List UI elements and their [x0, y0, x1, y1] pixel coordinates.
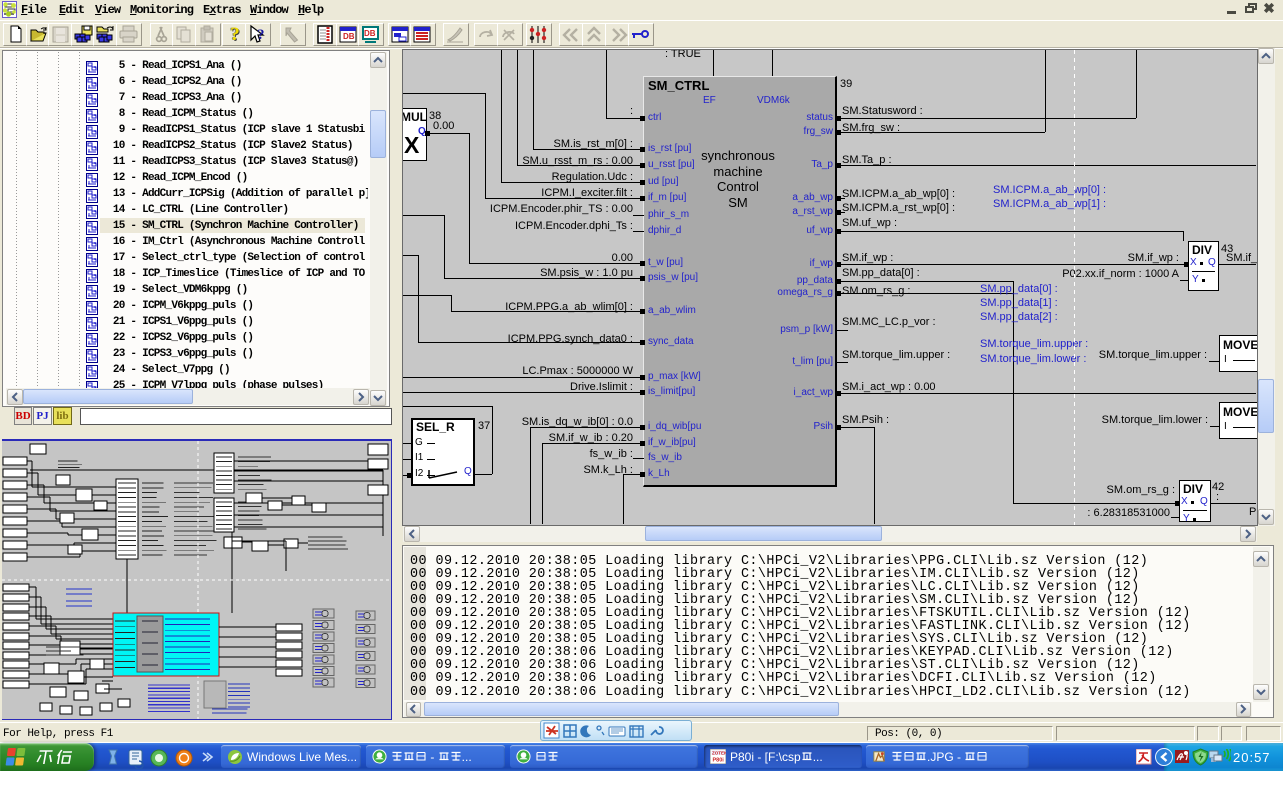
svg-text:DB: DB — [364, 29, 376, 38]
svg-text:DB: DB — [343, 32, 355, 41]
svg-text:ZOTEK: ZOTEK — [712, 751, 726, 756]
svg-text:?: ? — [257, 27, 265, 43]
svg-text:P80i: P80i — [713, 758, 725, 764]
